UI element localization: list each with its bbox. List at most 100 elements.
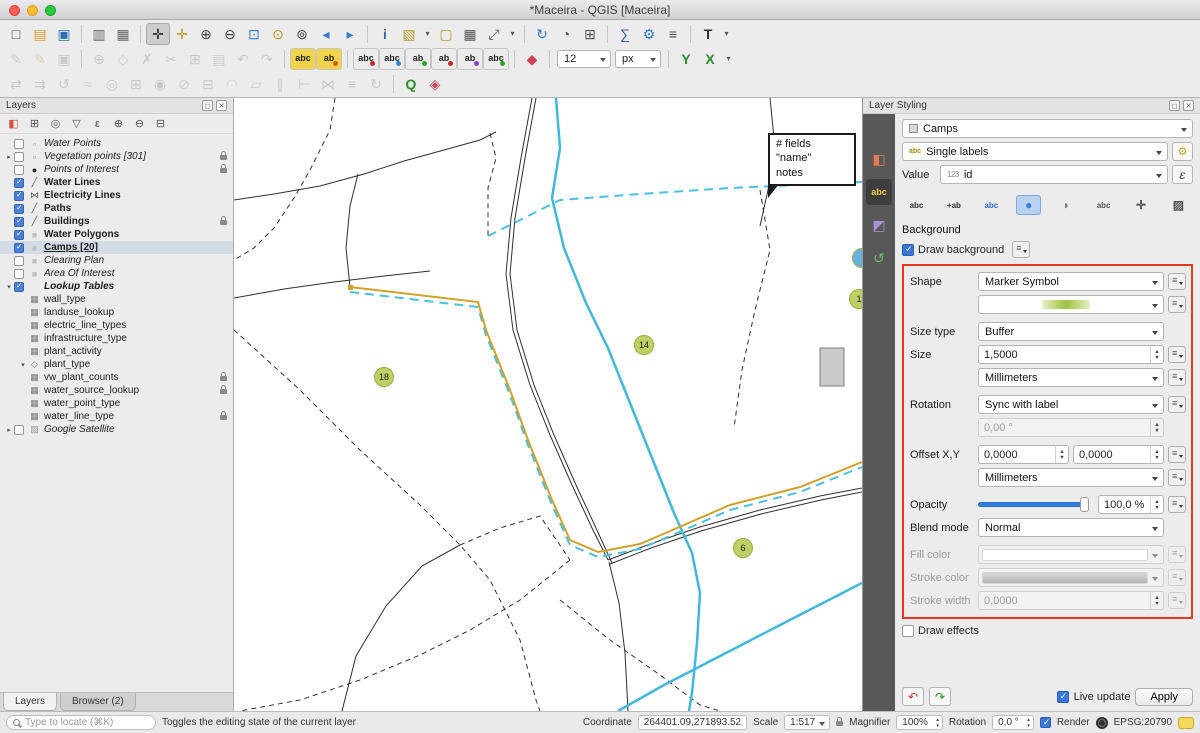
opacity-override-button[interactable] xyxy=(1168,496,1186,513)
rotation-mode-combo[interactable]: Sync with label xyxy=(978,395,1164,414)
layer-item-google-satellite[interactable]: ▸▨Google Satellite xyxy=(0,423,233,436)
opacity-slider-handle[interactable] xyxy=(1080,497,1089,512)
layer-item-wall-type[interactable]: ▦wall_type xyxy=(0,293,233,306)
expander-icon[interactable]: ▸ xyxy=(4,153,14,161)
shape-combo[interactable]: Marker Symbol xyxy=(978,272,1164,291)
coordinate-input[interactable]: 264401.09,271893.52 xyxy=(638,715,747,730)
layer-item-electric-line-types[interactable]: ▦electric_line_types xyxy=(0,319,233,332)
opacity-slider[interactable] xyxy=(978,495,1094,514)
layer-visibility-checkbox[interactable] xyxy=(14,178,24,188)
styling-tab-symbology[interactable]: ◧ xyxy=(866,146,892,172)
layer-visibility-checkbox[interactable] xyxy=(14,425,24,435)
draw-effects-checkbox[interactable] xyxy=(902,625,914,637)
close-panel-button[interactable] xyxy=(216,100,227,111)
rotate-label-icon[interactable]: ab xyxy=(457,48,483,70)
collapse-all-icon[interactable]: ⊖ xyxy=(130,115,149,132)
messages-icon[interactable] xyxy=(1178,717,1194,729)
expander-icon[interactable]: ▸ xyxy=(4,426,14,434)
close-window-button[interactable] xyxy=(9,5,20,16)
layer-item-area-of-interest[interactable]: ■Area Of Interest xyxy=(0,267,233,280)
layer-item-landuse-lookup[interactable]: ▦landuse_lookup xyxy=(0,306,233,319)
text-annotation-icon[interactable]: T xyxy=(696,23,720,45)
size-type-combo[interactable]: Buffer xyxy=(978,322,1164,341)
zoom-in-icon[interactable]: ⊕ xyxy=(194,23,218,45)
value-field-combo[interactable]: 123 id xyxy=(940,165,1168,184)
open-project-icon[interactable]: ▤ xyxy=(28,23,52,45)
tab-rendering[interactable]: ▨ xyxy=(1166,195,1191,215)
tab-shadow[interactable]: ◗ xyxy=(1054,195,1079,215)
new-project-icon[interactable]: □ xyxy=(4,23,28,45)
add-group-icon[interactable]: ⊞ xyxy=(25,115,44,132)
zoom-to-layer-icon[interactable]: ⊚ xyxy=(290,23,314,45)
temporal-controller-icon[interactable]: ◔ xyxy=(554,23,578,45)
layer-item-lookup-tables[interactable]: ▾Lookup Tables xyxy=(0,280,233,293)
layer-visibility-checkbox[interactable] xyxy=(14,165,24,175)
labeling-mode-combo[interactable]: abc Single labels xyxy=(902,142,1168,161)
zoom-to-selection-icon[interactable]: ⊙ xyxy=(266,23,290,45)
minimize-window-button[interactable] xyxy=(27,5,38,16)
dock-panel-button[interactable] xyxy=(202,100,213,111)
layer-visibility-checkbox[interactable] xyxy=(14,256,24,266)
layer-visibility-checkbox[interactable] xyxy=(14,204,24,214)
layer-select-combo[interactable]: Camps xyxy=(902,119,1193,138)
nudge-vertical-icon[interactable]: Y xyxy=(674,48,698,70)
layer-visibility-checkbox[interactable] xyxy=(14,230,24,240)
filter-by-expression-icon[interactable]: ε xyxy=(88,115,107,132)
draw-background-override-button[interactable] xyxy=(1012,241,1030,258)
offset-unit-override-button[interactable] xyxy=(1168,469,1186,486)
zoom-full-icon[interactable]: ⊡ xyxy=(242,23,266,45)
live-update-checkbox[interactable] xyxy=(1057,691,1069,703)
new-print-layout-icon[interactable]: ▥ xyxy=(87,23,111,45)
size-override-button[interactable] xyxy=(1168,346,1186,363)
select-features-icon[interactable]: ▧ xyxy=(397,23,421,45)
layer-visibility-checkbox[interactable] xyxy=(14,152,24,162)
tab-text[interactable]: abc xyxy=(904,195,929,215)
identify-features-icon[interactable]: i xyxy=(373,23,397,45)
expander-icon[interactable]: ▾ xyxy=(4,283,14,291)
magnifier-spinbox[interactable]: 100% xyxy=(896,715,943,730)
apply-button[interactable]: Apply xyxy=(1135,688,1193,706)
nudge-horizontal-icon[interactable]: X xyxy=(698,48,722,70)
open-attribute-table-icon[interactable]: ▦ xyxy=(458,23,482,45)
offset-override-button[interactable] xyxy=(1168,446,1186,463)
filter-legend-icon[interactable]: ▽ xyxy=(67,115,86,132)
layer-item-infrastructure-type[interactable]: ▦infrastructure_type xyxy=(0,332,233,345)
layer-visibility-checkbox[interactable] xyxy=(14,243,24,253)
tab-formatting[interactable]: +ab xyxy=(941,195,966,215)
layer-item-water-points[interactable]: ▫Water Points xyxy=(0,137,233,150)
close-styling-panel-button[interactable] xyxy=(1183,100,1194,111)
undo-style-button[interactable]: ↶ xyxy=(902,687,924,706)
rotation-override-button[interactable] xyxy=(1168,396,1186,413)
map-canvas[interactable]: 181461 # fields"name"notes xyxy=(234,98,862,711)
osm-style-tool-icon[interactable]: ◆ xyxy=(520,48,544,70)
size-unit-combo[interactable]: Millimeters xyxy=(978,368,1164,387)
layer-item-water-point-type[interactable]: ▦water_point_type xyxy=(0,397,233,410)
automated-placement-button[interactable]: ⚙ xyxy=(1172,142,1193,161)
zoom-next-icon[interactable]: ▸ xyxy=(338,23,362,45)
layer-item-water-line-type[interactable]: ▦water_line_type xyxy=(0,410,233,423)
expander-icon[interactable]: ▾ xyxy=(18,361,28,369)
layer-item-plant-type[interactable]: ▾◇plant_type xyxy=(0,358,233,371)
manage-map-themes-icon[interactable]: ◎ xyxy=(46,115,65,132)
size-spinbox[interactable]: 1,5000 xyxy=(978,345,1164,364)
layer-item-water-source-lookup[interactable]: ▦water_source_lookup xyxy=(0,384,233,397)
layer-visibility-checkbox[interactable] xyxy=(14,217,24,227)
layer-visibility-checkbox[interactable] xyxy=(14,282,24,292)
maximize-window-button[interactable] xyxy=(45,5,56,16)
pan-to-selection-icon[interactable]: ✛ xyxy=(170,23,194,45)
offset-y-spinbox[interactable]: 0,0000 xyxy=(1073,445,1164,464)
show-layout-manager-icon[interactable]: ▦ xyxy=(111,23,135,45)
expression-builder-button[interactable] xyxy=(1172,165,1193,184)
layer-item-camps-20[interactable]: ■Camps [20] xyxy=(0,241,233,254)
layer-labeling-options-icon[interactable]: abc xyxy=(290,48,316,70)
open-layer-styling-panel-icon[interactable]: ◧ xyxy=(4,115,23,132)
font-size-combo[interactable]: 12 xyxy=(557,50,611,68)
layer-visibility-checkbox[interactable] xyxy=(14,191,24,201)
metasearch-icon[interactable]: ≡ xyxy=(661,23,685,45)
nudge-menu-icon[interactable]: ▾ xyxy=(722,48,735,70)
offset-x-spinbox[interactable]: 0,0000 xyxy=(978,445,1069,464)
show-hide-labels-icon[interactable]: ab xyxy=(405,48,431,70)
marker-override-button[interactable] xyxy=(1168,296,1186,313)
locate-search-input[interactable]: Type to locate (⌘K) xyxy=(6,715,156,730)
size-unit-override-button[interactable] xyxy=(1168,369,1186,386)
